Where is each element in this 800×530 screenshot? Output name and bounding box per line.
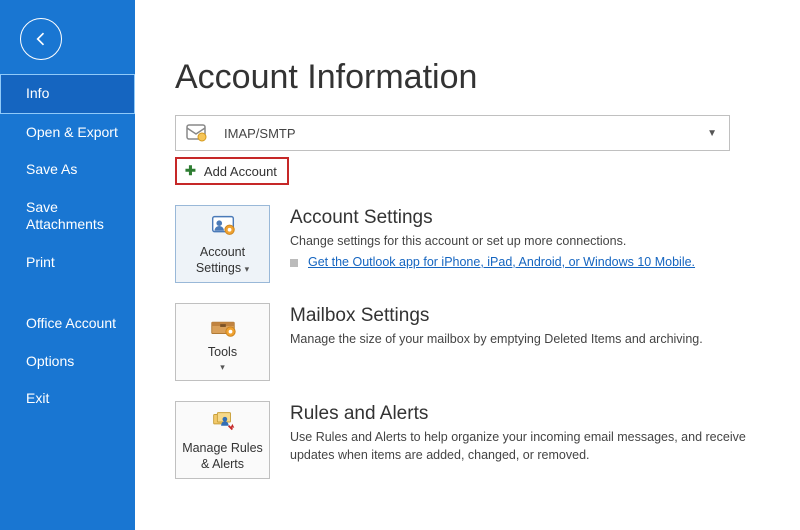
plus-icon: ✚	[185, 163, 196, 179]
account-selector[interactable]: IMAP/SMTP ▼	[175, 115, 730, 151]
tools-button-label: Tools	[208, 345, 237, 361]
back-arrow-icon	[31, 29, 51, 49]
account-settings-button[interactable]: Account Settings ▾	[175, 205, 270, 283]
back-button[interactable]	[20, 18, 62, 60]
section-rules: Manage Rules & Alerts Rules and Alerts U…	[175, 401, 764, 479]
outlook-app-link[interactable]: Get the Outlook app for iPhone, iPad, An…	[308, 255, 695, 269]
dropdown-triangle-icon: ▾	[245, 264, 250, 274]
account-settings-heading: Account Settings	[290, 207, 764, 229]
manage-rules-button-line2: & Alerts	[201, 457, 244, 473]
account-settings-desc: Change settings for this account or set …	[290, 233, 764, 251]
mailbox-heading: Mailbox Settings	[290, 305, 764, 327]
tools-button[interactable]: Tools ▾	[175, 303, 270, 381]
nav-item-info[interactable]: Info	[0, 74, 135, 114]
add-account-button[interactable]: ✚ Add Account	[175, 157, 289, 185]
nav-item-save-attachments[interactable]: Save Attachments	[0, 189, 135, 244]
page-title: Account Information	[175, 58, 764, 97]
rules-heading: Rules and Alerts	[290, 403, 764, 425]
section-account-settings: Account Settings ▾ Account Settings Chan…	[175, 205, 764, 283]
nav-item-save-as[interactable]: Save As	[0, 151, 135, 189]
nav-items: Info Open & Export Save As Save Attachme…	[0, 74, 135, 418]
account-settings-icon	[207, 211, 239, 241]
nav-item-options[interactable]: Options	[0, 343, 135, 381]
chevron-down-icon: ▼	[707, 128, 717, 139]
nav-item-print[interactable]: Print	[0, 244, 135, 282]
main-content: Account Information IMAP/SMTP ▼ ✚ Add Ac…	[135, 0, 800, 530]
section-mailbox: Tools ▾ Mailbox Settings Manage the size…	[175, 303, 764, 381]
sidebar: Info Open & Export Save As Save Attachme…	[0, 0, 135, 530]
nav-item-open-export[interactable]: Open & Export	[0, 114, 135, 152]
rules-icon	[207, 407, 239, 437]
manage-rules-button[interactable]: Manage Rules & Alerts	[175, 401, 270, 479]
account-settings-button-line2: Settings	[196, 261, 241, 275]
account-protocol: IMAP/SMTP	[224, 126, 296, 141]
manage-rules-button-line1: Manage Rules	[182, 441, 263, 457]
tools-icon	[207, 311, 239, 341]
rules-desc: Use Rules and Alerts to help organize yo…	[290, 429, 764, 464]
nav-item-exit[interactable]: Exit	[0, 380, 135, 418]
bullet-icon	[290, 259, 298, 267]
mailbox-desc: Manage the size of your mailbox by empty…	[290, 331, 764, 349]
add-account-label: Add Account	[204, 164, 277, 179]
nav-item-office-account[interactable]: Office Account	[0, 305, 135, 343]
dropdown-triangle-icon: ▾	[220, 362, 225, 373]
account-settings-button-line1: Account	[200, 245, 245, 261]
account-icon	[184, 121, 208, 145]
